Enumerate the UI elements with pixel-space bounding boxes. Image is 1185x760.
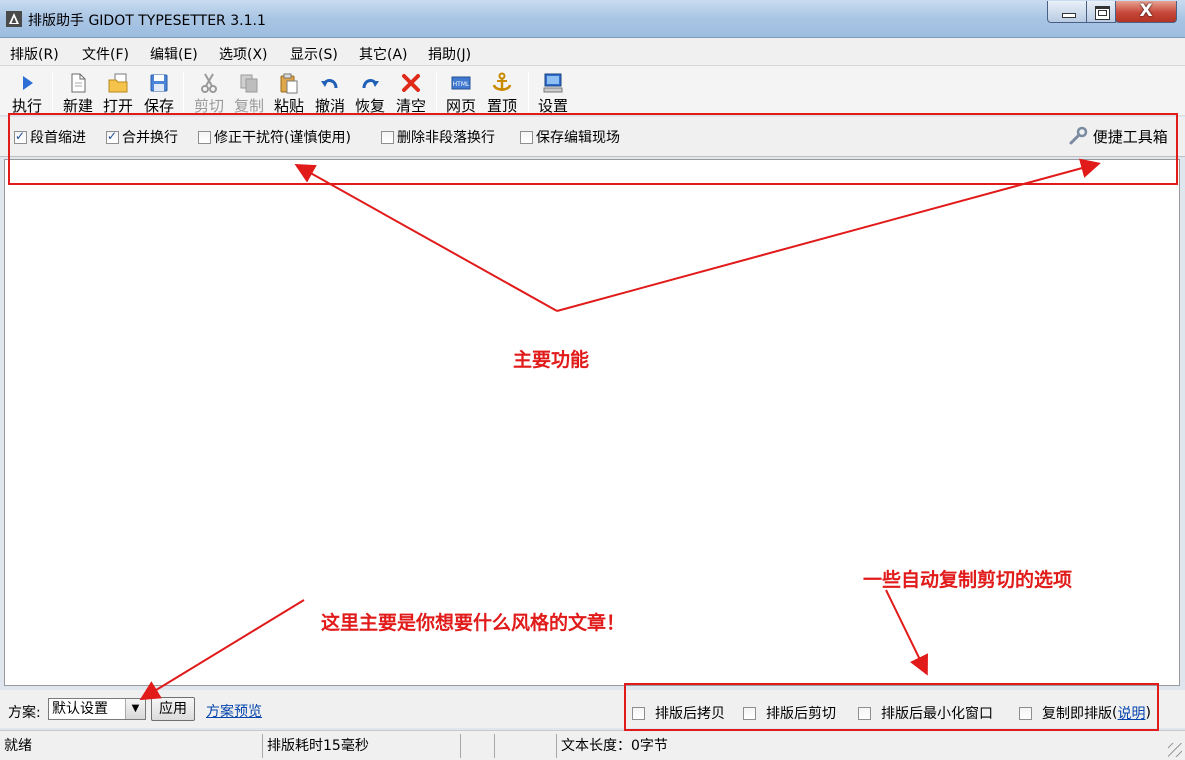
app-logo-icon	[6, 11, 22, 27]
toolbar-separator	[528, 72, 529, 112]
dropdown-arrow-icon[interactable]: ▼	[125, 699, 145, 719]
pin-top-button[interactable]: 置顶	[483, 70, 521, 115]
menu-edit[interactable]: 编辑(E)	[150, 44, 198, 64]
resize-grip[interactable]	[1168, 743, 1182, 757]
status-blank-1	[460, 734, 490, 758]
undo-button[interactable]: 撤消	[311, 70, 349, 115]
scheme-preview-link[interactable]: 方案预览	[206, 701, 262, 721]
status-blank-2	[494, 734, 554, 758]
copy-button[interactable]: 复制	[230, 70, 268, 115]
apply-button[interactable]: 应用	[151, 697, 195, 721]
play-icon	[23, 76, 33, 90]
clear-x-icon	[402, 74, 420, 92]
window-title: 排版助手 GIDOT TYPESETTER 3.1.1	[28, 13, 266, 29]
toolbar-separator	[183, 72, 184, 112]
paste-clipboard-icon	[280, 73, 298, 94]
save-disk-icon	[150, 74, 168, 92]
anchor-icon	[492, 72, 512, 91]
paste-button[interactable]: 粘贴	[270, 70, 308, 115]
clear-button[interactable]: 清空	[392, 70, 430, 115]
toolbar-separator	[52, 72, 53, 112]
menu-options[interactable]: 选项(X)	[219, 44, 268, 64]
title-bar: 排版助手 GIDOT TYPESETTER 3.1.1 X	[0, 0, 1185, 38]
close-icon: X	[1139, 1, 1153, 21]
copy-icon	[240, 74, 258, 93]
run-button[interactable]: 执行	[8, 70, 46, 115]
scissors-icon	[201, 73, 217, 93]
open-folder-icon	[108, 73, 128, 93]
status-bar: 就绪 排版耗时15毫秒 文本长度：0字节	[0, 730, 1185, 760]
status-time: 排版耗时15毫秒	[262, 734, 369, 758]
annotation-box-main	[8, 113, 1178, 185]
redo-button[interactable]: 恢复	[351, 70, 389, 115]
redo-arrow-icon	[362, 79, 379, 89]
undo-arrow-icon	[321, 79, 338, 89]
maximize-button[interactable]	[1086, 1, 1116, 23]
toolbar-separator	[436, 72, 437, 112]
menu-view[interactable]: 显示(S)	[290, 44, 338, 64]
menu-file[interactable]: 文件(F)	[82, 44, 129, 64]
scheme-label: 方案:	[8, 705, 41, 721]
computer-settings-icon	[543, 73, 563, 93]
close-button[interactable]: X	[1115, 1, 1177, 23]
annotation-box-auto	[624, 683, 1159, 731]
menu-bar: 排版(R) 文件(F) 编辑(E) 选项(X) 显示(S) 其它(A) 捐助(J…	[0, 38, 1185, 66]
scheme-selected-value: 默认设置	[52, 701, 108, 717]
annotation-scheme-note: 这里主要是你想要什么风格的文章！	[321, 612, 626, 634]
new-document-icon	[71, 73, 86, 93]
settings-button[interactable]: 设置	[534, 70, 572, 115]
menu-donate[interactable]: 捐助(J)	[428, 44, 471, 64]
text-editor[interactable]	[4, 159, 1180, 686]
menu-typeset[interactable]: 排版(R)	[10, 44, 59, 64]
new-button[interactable]: 新建	[59, 70, 97, 115]
svg-text:HTML: HTML	[453, 81, 470, 88]
cut-button[interactable]: 剪切	[190, 70, 228, 115]
minimize-button[interactable]	[1047, 1, 1087, 23]
status-length: 文本长度：0字节	[556, 734, 668, 758]
scheme-select[interactable]: 默认设置 ▼	[48, 698, 146, 720]
toolbar: 执行 新建 打开 保存 剪切 复制 粘贴 撤消 恢复 清空 HTML 网页 置顶…	[0, 66, 1185, 116]
webpage-button[interactable]: HTML 网页	[442, 70, 480, 115]
html-icon: HTML	[451, 76, 471, 90]
menu-other[interactable]: 其它(A)	[359, 44, 408, 64]
annotation-main: 主要功能	[513, 349, 590, 371]
open-button[interactable]: 打开	[99, 70, 137, 115]
annotation-auto-note: 一些自动复制剪切的选项	[863, 569, 1073, 591]
status-ready: 就绪	[4, 738, 32, 754]
save-button[interactable]: 保存	[140, 70, 178, 115]
